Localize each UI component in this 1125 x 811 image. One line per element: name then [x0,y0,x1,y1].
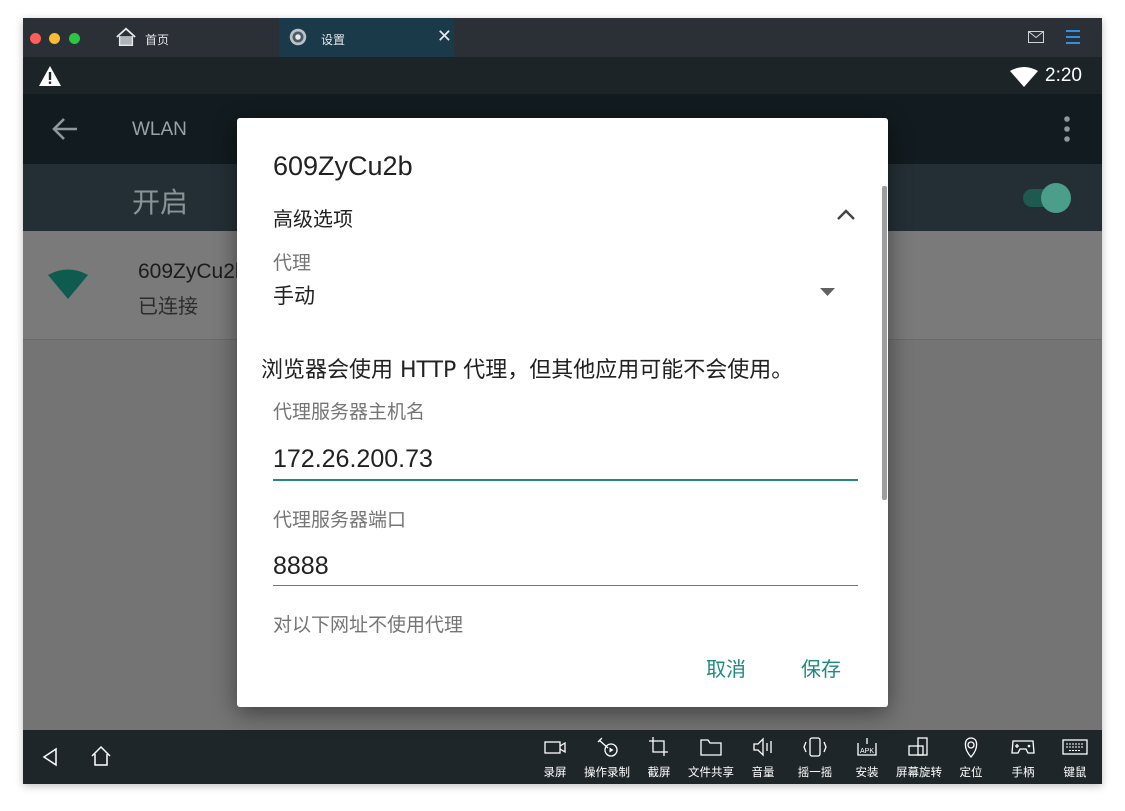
cancel-button[interactable]: 取消 [706,653,746,682]
keyboard-icon [1062,739,1088,755]
tool-volume[interactable]: 音量 [737,736,789,784]
folder-share-icon [700,739,722,756]
tab-settings-label: 设置 [321,33,346,47]
tool-install-apk[interactable]: APK 安装 [841,736,893,784]
gear-icon [289,28,307,46]
network-status: 已连接 [138,294,198,318]
tool-record-screen[interactable]: 录屏 [529,736,581,784]
shake-icon [803,737,827,757]
advanced-options-label[interactable]: 高级选项 [273,203,353,232]
more-vert-icon[interactable] [1061,114,1073,144]
tool-location[interactable]: 定位 [945,736,997,784]
proxy-label: 代理 [273,252,312,274]
back-arrow-icon[interactable] [51,116,79,142]
crop-screenshot-icon [649,737,668,756]
tool-label: 文件共享 [688,765,734,779]
home-icon [116,27,136,46]
minimize-window-button[interactable] [49,33,60,44]
dialog-title: 609ZyCu2b [273,151,413,181]
proxy-bypass-label: 对以下网址不使用代理 [273,614,464,634]
tool-screenshot[interactable]: 截屏 [633,736,685,784]
network-name: 609ZyCu2b [138,260,247,283]
tool-file-share[interactable]: 文件共享 [685,736,737,784]
proxy-host-input[interactable] [273,439,858,481]
wlan-toggle-label: 开启 [132,186,189,219]
tab-settings[interactable]: 设置 ✕ [279,18,454,57]
wifi-signal-icon [1010,67,1038,87]
apk-install-icon: APK [857,738,877,756]
tool-label: 音量 [751,765,775,779]
tool-label: 截屏 [647,765,671,779]
proxy-warning-text: 浏览器会使用 HTTP 代理，但其他应用可能不会使用。 [261,358,794,383]
proxy-host-label: 代理服务器主机名 [273,401,426,423]
status-bar: 2:20 [23,57,1102,94]
tool-macro-record[interactable]: 操作录制 [581,736,633,784]
tab-home[interactable]: 首页 [109,18,279,57]
wlan-switch-thumb[interactable] [1041,183,1071,213]
svg-text:APK: APK [860,748,874,755]
nav-home-icon[interactable] [90,745,112,767]
record-screen-icon [544,741,566,754]
macro-record-icon [597,737,618,757]
page-title: WLAN [132,119,187,140]
rotate-screen-icon [908,737,928,756]
tab-bar: 首页 设置 ✕ [23,18,1102,57]
zoom-window-button[interactable] [69,33,80,44]
tool-shake[interactable]: 摇一摇 [789,736,841,784]
proxy-select[interactable]: 手动 [273,280,315,310]
wifi-icon [48,269,88,299]
dialog-content: 高级选项 代理 手动 浏览器会使用 HTTP 代理，但其他应用可能不会使用。 代… [237,184,888,634]
tool-label: 手柄 [1011,765,1035,779]
location-pin-icon [964,737,978,758]
volume-icon [753,737,772,757]
proxy-port-label: 代理服务器端口 [273,509,407,531]
warning-icon [39,66,61,86]
nav-back-icon[interactable] [41,747,59,767]
tab-home-label: 首页 [145,33,170,47]
chevron-up-icon[interactable] [835,206,857,222]
tool-label: 键鼠 [1063,765,1087,779]
bottom-toolbar: 录屏 操作录制 截屏 文件共享 音量 摇一摇 APK 安装 屏幕旋转 定位 手柄… [23,730,1102,784]
proxy-settings-dialog: 609ZyCu2b 高级选项 代理 手动 浏览器会使用 HTTP 代理，但其他应… [237,118,888,707]
tool-rotate-screen[interactable]: 屏幕旋转 [893,736,945,784]
tool-label: 安装 [855,765,879,779]
mail-icon[interactable] [1028,31,1044,43]
menu-icon[interactable] [1066,29,1080,45]
close-window-button[interactable] [30,33,41,44]
tool-label: 操作录制 [584,765,630,779]
tool-label: 摇一摇 [797,765,833,779]
proxy-port-input[interactable] [273,548,858,586]
save-button[interactable]: 保存 [801,653,841,682]
gamepad-icon [1011,740,1035,754]
tool-label: 定位 [959,765,983,779]
tool-label: 录屏 [543,765,567,779]
tool-keyboard[interactable]: 键鼠 [1049,736,1101,784]
status-clock: 2:20 [1045,65,1082,86]
close-tab-button[interactable]: ✕ [437,26,452,47]
tool-gamepad[interactable]: 手柄 [997,736,1049,784]
dropdown-arrow-icon[interactable] [820,288,835,296]
tool-label: 屏幕旋转 [896,765,942,779]
